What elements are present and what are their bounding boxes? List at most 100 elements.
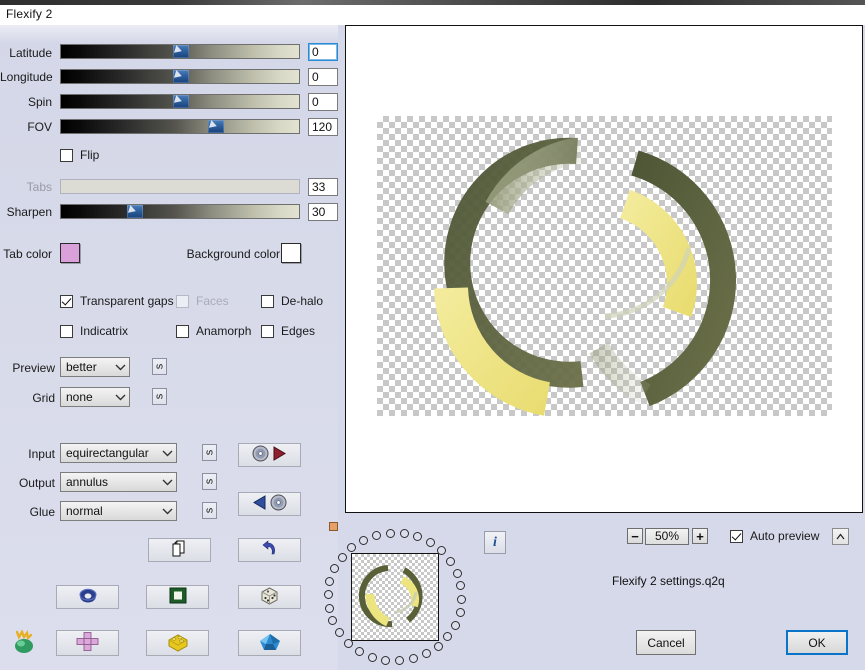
save-settings-button[interactable] bbox=[238, 492, 301, 516]
shape-brick-button[interactable] bbox=[146, 630, 209, 656]
select-preview[interactable]: better bbox=[60, 357, 130, 377]
slider-fov-handle[interactable] bbox=[208, 120, 224, 133]
checkbox-auto-preview[interactable]: Auto preview bbox=[730, 529, 819, 543]
shape-dice-button[interactable] bbox=[238, 585, 301, 609]
checkbox-edges-label: Edges bbox=[281, 324, 316, 338]
checkbox-transparent-gaps[interactable]: Transparent gaps bbox=[60, 294, 174, 308]
load-settings-button[interactable] bbox=[238, 443, 301, 467]
input-tabs[interactable]: 33 bbox=[308, 178, 338, 196]
checkbox-anamorph-label: Anamorph bbox=[196, 324, 252, 338]
marching-ants-dot bbox=[381, 655, 391, 665]
shape-gem-button[interactable] bbox=[238, 630, 301, 656]
label-grid: Grid bbox=[32, 391, 55, 405]
slider-spin-handle[interactable] bbox=[173, 95, 189, 108]
reset-glue-button[interactable]: s bbox=[202, 502, 217, 519]
slider-longitude[interactable] bbox=[60, 69, 300, 84]
reset-output-button[interactable]: s bbox=[202, 473, 217, 490]
checkbox-faces: Faces bbox=[176, 294, 229, 308]
panel-highlight bbox=[0, 25, 338, 43]
select-input[interactable]: equirectangular bbox=[60, 443, 177, 463]
checkbox-de-halo-box[interactable] bbox=[261, 294, 274, 308]
marching-ants-dot bbox=[325, 577, 335, 587]
collapse-panel-button[interactable] bbox=[832, 528, 849, 545]
ok-button[interactable]: OK bbox=[786, 630, 848, 655]
zoom-in-button[interactable]: + bbox=[692, 528, 708, 544]
slider-longitude-handle[interactable] bbox=[173, 70, 189, 83]
checkbox-indicatrix[interactable]: Indicatrix bbox=[60, 324, 128, 338]
tab-color-swatch[interactable] bbox=[60, 243, 80, 263]
preview-pane[interactable] bbox=[345, 25, 863, 513]
thumbnail-selection[interactable] bbox=[316, 518, 486, 670]
select-output[interactable]: annulus bbox=[60, 472, 177, 492]
marching-ants-dot bbox=[323, 590, 333, 600]
shape-torus-button[interactable] bbox=[56, 585, 119, 609]
brick-icon bbox=[166, 632, 190, 655]
label-glue: Glue bbox=[29, 505, 55, 519]
slider-fov[interactable] bbox=[60, 119, 300, 134]
play-arrow-icon bbox=[252, 495, 267, 513]
cancel-button[interactable]: Cancel bbox=[636, 630, 696, 655]
chevron-down-icon bbox=[111, 394, 129, 401]
select-glue[interactable]: normal bbox=[60, 501, 177, 521]
checkbox-auto-preview-box[interactable] bbox=[730, 529, 743, 543]
checkbox-transparent-gaps-box[interactable] bbox=[60, 294, 73, 308]
marching-ants-dot bbox=[347, 543, 357, 553]
reset-preview-button[interactable]: s bbox=[152, 358, 167, 375]
checkbox-anamorph-box[interactable] bbox=[176, 324, 189, 338]
marching-ants-dot bbox=[359, 535, 369, 545]
thumbnail-preview[interactable] bbox=[351, 553, 439, 641]
info-button[interactable]: i bbox=[484, 531, 506, 554]
input-fov[interactable]: 120 bbox=[308, 118, 338, 136]
play-arrow-icon bbox=[272, 446, 287, 464]
marching-ants-dot bbox=[324, 603, 334, 613]
reset-input-button[interactable]: s bbox=[202, 444, 217, 461]
copy-button[interactable] bbox=[148, 538, 211, 562]
reset-grid-button[interactable]: s bbox=[152, 388, 167, 405]
background-color-swatch[interactable] bbox=[281, 243, 301, 263]
checkbox-edges[interactable]: Edges bbox=[261, 324, 315, 338]
slider-latitude-handle[interactable] bbox=[173, 45, 189, 58]
chevron-down-icon bbox=[158, 450, 176, 457]
slider-latitude[interactable] bbox=[60, 44, 300, 59]
checkbox-edges-box[interactable] bbox=[261, 324, 274, 338]
checkbox-de-halo[interactable]: De-halo bbox=[261, 294, 323, 308]
input-sharpen[interactable]: 30 bbox=[308, 203, 338, 221]
label-spin: Spin bbox=[27, 95, 52, 109]
pages-icon bbox=[172, 540, 188, 560]
slider-sharpen[interactable] bbox=[60, 204, 300, 219]
reset-preview-glyph: s bbox=[153, 363, 165, 370]
slider-sharpen-track bbox=[61, 205, 299, 218]
checkbox-anamorph[interactable]: Anamorph bbox=[176, 324, 251, 338]
input-latitude[interactable]: 0 bbox=[308, 43, 338, 61]
checkbox-flip[interactable]: Flip bbox=[60, 148, 99, 162]
checkbox-indicatrix-box[interactable] bbox=[60, 324, 73, 338]
label-tabs: Tabs bbox=[26, 180, 52, 194]
checkbox-flip-box[interactable] bbox=[60, 148, 73, 162]
reset-output-glyph: s bbox=[203, 478, 215, 485]
marching-ants-dot bbox=[334, 628, 344, 638]
chevron-down-icon bbox=[111, 364, 129, 371]
zoom-out-button[interactable]: − bbox=[627, 528, 643, 544]
shape-cross-button[interactable] bbox=[56, 630, 119, 656]
settings-file-name: Flexify 2 settings.q2q bbox=[612, 574, 725, 588]
marching-ants-dot bbox=[367, 652, 377, 662]
label-output: Output bbox=[18, 476, 55, 490]
chevron-up-icon bbox=[836, 533, 845, 540]
select-glue-value: normal bbox=[66, 504, 103, 518]
zoom-level-value[interactable]: 50% bbox=[645, 528, 689, 545]
label-latitude: Latitude bbox=[9, 46, 52, 60]
reset-glue-glyph: s bbox=[203, 507, 215, 514]
shape-frame-button[interactable] bbox=[146, 585, 209, 609]
select-input-value: equirectangular bbox=[66, 446, 149, 460]
slider-sharpen-handle[interactable] bbox=[127, 205, 143, 218]
cross-net-icon bbox=[75, 631, 101, 656]
input-longitude[interactable]: 0 bbox=[308, 68, 338, 86]
selection-anchor-handle[interactable] bbox=[329, 522, 338, 531]
input-spin[interactable]: 0 bbox=[308, 93, 338, 111]
marching-ants-dot bbox=[372, 530, 382, 540]
undo-button[interactable] bbox=[238, 538, 301, 562]
select-grid[interactable]: none bbox=[60, 387, 130, 407]
slider-spin[interactable] bbox=[60, 94, 300, 109]
window-title: Flexify 2 bbox=[6, 7, 53, 21]
checkbox-faces-label: Faces bbox=[196, 294, 229, 308]
